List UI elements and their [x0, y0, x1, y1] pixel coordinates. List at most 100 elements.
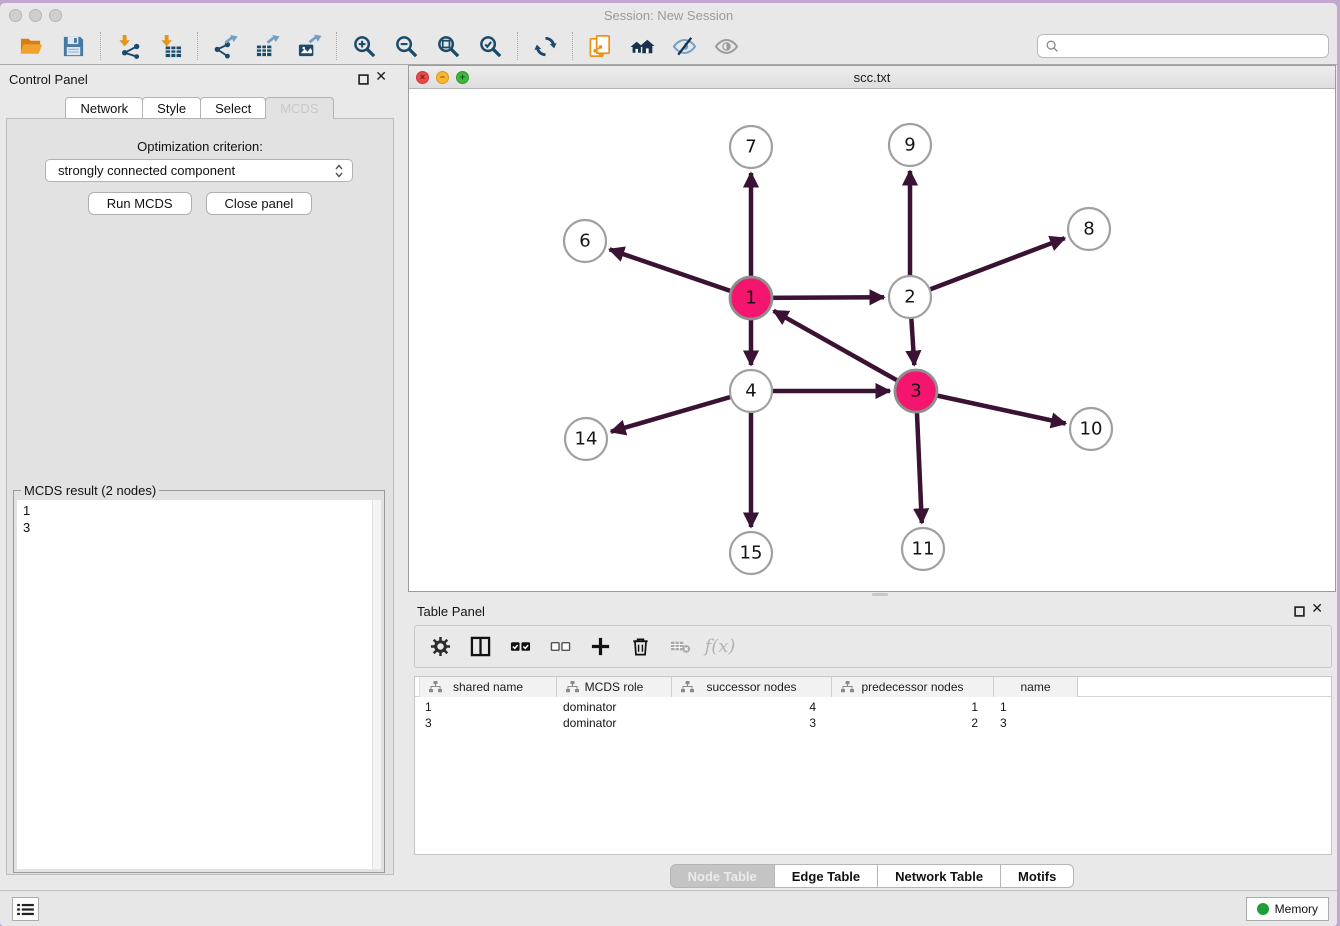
column-header-predecessor-nodes[interactable]: predecessor nodes [832, 677, 994, 697]
criterion-select[interactable]: strongly connected component [45, 159, 353, 182]
import-network-icon[interactable] [107, 31, 149, 61]
save-session-icon[interactable] [52, 31, 94, 61]
mcds-result-legend: MCDS result (2 nodes) [21, 483, 159, 498]
table-cell: dominator [557, 716, 672, 730]
export-network-icon[interactable] [204, 31, 246, 61]
memory-label: Memory [1275, 902, 1318, 916]
close-table-panel-icon[interactable]: ✕ [1311, 601, 1323, 615]
memory-status-icon [1257, 903, 1269, 915]
network-canvas[interactable]: 7 9 6 8 1 2 4 3 14 10 15 11 [409, 89, 1335, 591]
svg-text:15: 15 [740, 543, 763, 564]
toolbar-separator [197, 32, 198, 60]
graph-node-14[interactable]: 14 [565, 418, 607, 460]
table-cell: 1 [994, 700, 1078, 714]
column-header-mcds-role[interactable]: MCDS role [557, 677, 672, 697]
svg-text:2: 2 [904, 287, 915, 308]
graph-node-10[interactable]: 10 [1070, 408, 1112, 450]
tab-network-table[interactable]: Network Table [877, 864, 1001, 888]
control-panel-tabs: NetworkStyleSelectMCDS [0, 97, 400, 119]
table-row[interactable]: 3dominator323 [419, 715, 1331, 731]
stepper-icon [334, 163, 344, 179]
svg-text:14: 14 [575, 429, 598, 450]
table-cell: 3 [419, 716, 557, 730]
refresh-layout-icon[interactable] [524, 31, 566, 61]
select-all-icon[interactable] [507, 634, 533, 660]
graph-node-9[interactable]: 9 [889, 124, 931, 166]
task-history-button[interactable] [12, 897, 39, 921]
graph-node-7[interactable]: 7 [730, 126, 772, 168]
network-window: × − + scc.txt 7968124314101511 [408, 65, 1336, 592]
trash-icon[interactable] [627, 634, 653, 660]
mcds-panel: Optimization criterion: strongly connect… [6, 118, 394, 875]
memory-button[interactable]: Memory [1246, 897, 1329, 921]
export-table-icon[interactable] [246, 31, 288, 61]
column-header-shared-name[interactable]: shared name [419, 677, 557, 697]
search-icon [1045, 39, 1060, 54]
app-window: Session: New Session Control Panel ✕ Net… [0, 3, 1337, 926]
tab-select[interactable]: Select [200, 97, 266, 119]
table-panel-title: Table Panel [417, 604, 485, 619]
deselect-all-icon[interactable] [547, 634, 573, 660]
tab-node-table[interactable]: Node Table [670, 864, 775, 888]
graph-node-3[interactable]: 3 [895, 370, 937, 412]
double-house-icon[interactable] [621, 31, 663, 61]
import-table-icon[interactable] [149, 31, 191, 61]
tab-mcds[interactable]: MCDS [265, 97, 333, 119]
tab-motifs[interactable]: Motifs [1000, 864, 1074, 888]
float-panel-icon[interactable] [358, 74, 369, 85]
column-label: predecessor nodes [861, 680, 963, 694]
svg-text:10: 10 [1080, 419, 1103, 440]
svg-text:1: 1 [745, 288, 756, 309]
tab-edge-table[interactable]: Edge Table [774, 864, 878, 888]
zoom-fit-icon[interactable] [427, 31, 469, 61]
zoom-selected-icon[interactable] [469, 31, 511, 61]
control-panel-title: Control Panel [9, 72, 88, 87]
column-header-name[interactable]: name [994, 677, 1078, 697]
table-tabs: Node TableEdge TableNetwork TableMotifs [408, 864, 1336, 888]
search-field[interactable] [1037, 34, 1329, 58]
toolbar-separator [572, 32, 573, 60]
tab-network[interactable]: Network [65, 97, 143, 119]
graph-edge-1-6[interactable] [610, 249, 751, 298]
graph-node-4[interactable]: 4 [730, 370, 772, 412]
close-panel-icon[interactable]: ✕ [375, 69, 387, 83]
result-scrollbar[interactable] [372, 500, 381, 869]
graph-node-15[interactable]: 15 [730, 532, 772, 574]
hide-eye-icon[interactable] [663, 31, 705, 61]
tree-icon [429, 681, 442, 693]
zoom-in-icon[interactable] [343, 31, 385, 61]
criterion-value: strongly connected component [58, 163, 334, 178]
zoom-out-icon[interactable] [385, 31, 427, 61]
graph-edge-2-8[interactable] [910, 238, 1065, 297]
svg-text:9: 9 [904, 135, 915, 156]
column-header-successor-nodes[interactable]: successor nodes [672, 677, 832, 697]
network-window-title: scc.txt [409, 70, 1335, 85]
toolbar-separator [100, 32, 101, 60]
graph-node-8[interactable]: 8 [1068, 208, 1110, 250]
vertical-splitter[interactable] [400, 65, 408, 890]
columns-icon[interactable] [467, 634, 493, 660]
table-cell: 1 [832, 700, 994, 714]
run-mcds-button[interactable]: Run MCDS [88, 192, 192, 215]
graph-node-1[interactable]: 1 [730, 277, 772, 319]
svg-text:6: 6 [579, 231, 590, 252]
graph-edge-3-10[interactable] [916, 391, 1066, 424]
mcds-result-text[interactable]: 1 3 [17, 500, 381, 869]
duplicate-network-icon[interactable] [579, 31, 621, 61]
table-row[interactable]: 1dominator411 [419, 699, 1331, 715]
table-cell: 1 [419, 700, 557, 714]
search-input[interactable] [1065, 36, 1321, 56]
add-icon[interactable] [587, 634, 613, 660]
open-session-icon[interactable] [10, 31, 52, 61]
tab-style[interactable]: Style [142, 97, 201, 119]
graph-node-11[interactable]: 11 [902, 528, 944, 570]
export-image-icon[interactable] [288, 31, 330, 61]
gear-icon[interactable] [427, 634, 453, 660]
graph-node-6[interactable]: 6 [564, 220, 606, 262]
column-label: MCDS role [585, 680, 644, 694]
close-panel-button[interactable]: Close panel [206, 192, 313, 215]
table-cell: 3 [672, 716, 832, 730]
float-table-panel-icon[interactable] [1294, 606, 1305, 617]
graph-edge-3-1[interactable] [774, 311, 916, 391]
graph-node-2[interactable]: 2 [889, 276, 931, 318]
